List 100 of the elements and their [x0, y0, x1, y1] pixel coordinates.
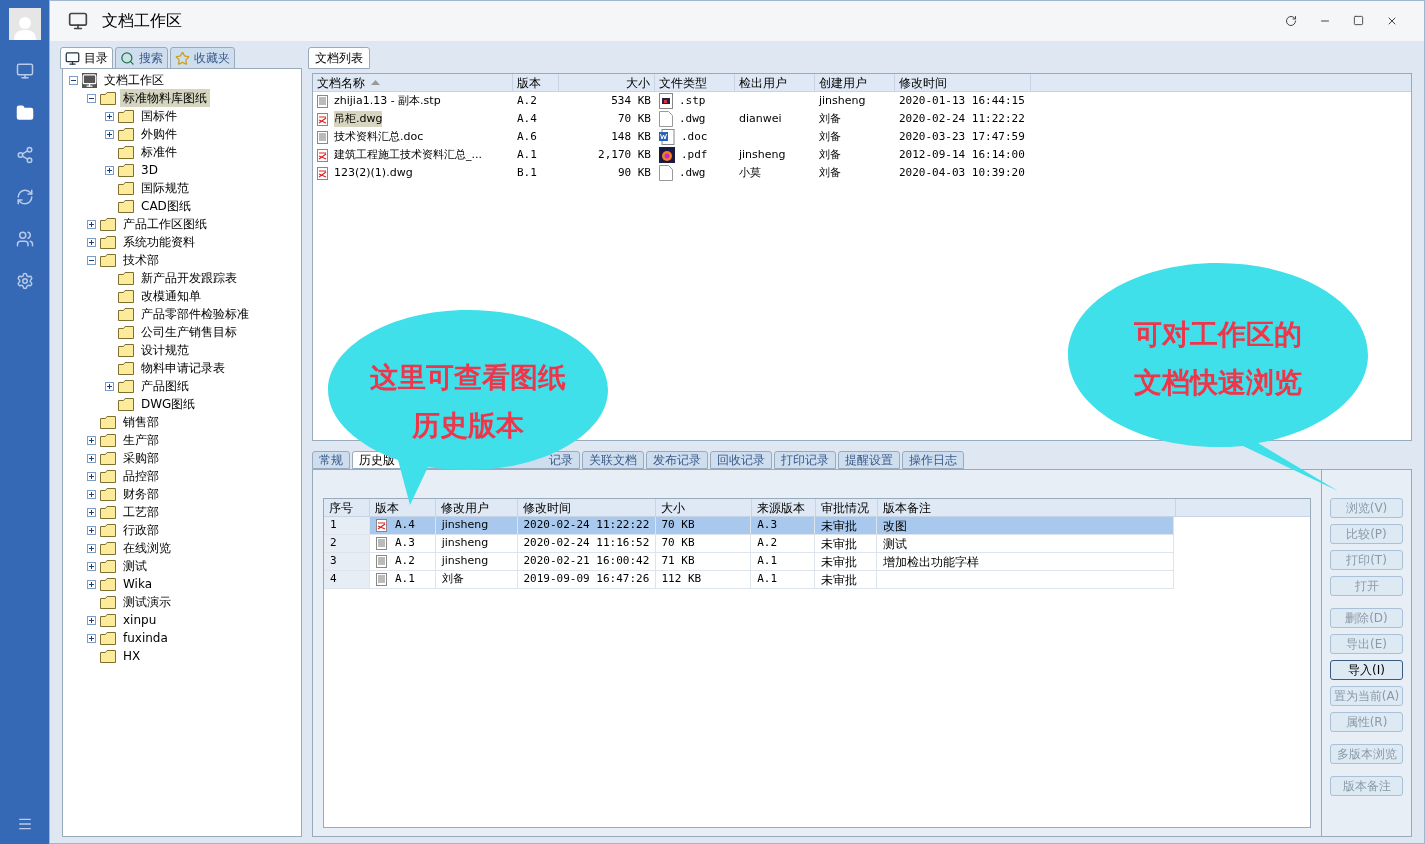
history-row[interactable]: 2 A.3 jinsheng 2020-02-24 11:16:52 70 KB A.2 未审批 测试: [324, 535, 1174, 553]
tree-item[interactable]: 生产部: [120, 431, 162, 449]
detail-tab[interactable]: 关联文档: [582, 451, 644, 469]
panel-tab[interactable]: 目录: [60, 47, 113, 69]
tree-item[interactable]: 外购件: [138, 125, 180, 143]
history-row[interactable]: 3 A.2 jinsheng 2020-02-21 16:00:42 71 KB A.1 未审批 增加检出功能字样: [324, 553, 1174, 571]
expand-icon[interactable]: [87, 453, 96, 463]
column-header[interactable]: 修改时间: [895, 74, 1031, 91]
expand-icon[interactable]: [105, 129, 114, 139]
monitor-icon[interactable]: [15, 62, 34, 80]
tree-item[interactable]: fuxinda: [120, 629, 171, 647]
sync-icon[interactable]: [15, 188, 34, 206]
expand-icon[interactable]: [87, 489, 96, 499]
avatar[interactable]: [8, 8, 41, 40]
tree-item[interactable]: 设计规范: [138, 341, 192, 359]
collapse-icon[interactable]: [87, 255, 96, 265]
tree-item[interactable]: 品控部: [120, 467, 162, 485]
expand-icon[interactable]: [87, 543, 96, 553]
expand-icon[interactable]: [87, 237, 96, 247]
column-header[interactable]: 来源版本: [752, 499, 816, 516]
tree-item[interactable]: 物料申请记录表: [138, 359, 228, 377]
tree-item[interactable]: 标准物料库图纸: [120, 89, 210, 107]
column-header[interactable]: 文档名称: [313, 74, 513, 91]
tree-item[interactable]: 标准件: [138, 143, 180, 161]
detail-tab[interactable]: 打印记录: [774, 451, 836, 469]
tree-item[interactable]: 测试: [120, 557, 150, 575]
expand-icon[interactable]: [87, 471, 96, 481]
column-header[interactable]: 序号: [324, 499, 370, 516]
tree-item[interactable]: 国标件: [138, 107, 180, 125]
tree-item[interactable]: 国际规范: [138, 179, 192, 197]
history-row[interactable]: 1 A.4 jinsheng 2020-02-24 11:22:22 70 KB A.3 未审批 改图: [324, 517, 1174, 535]
column-header[interactable]: 审批情况: [816, 499, 878, 516]
expand-icon[interactable]: [87, 579, 96, 589]
detail-tab[interactable]: 操作日志: [902, 451, 964, 469]
tree-item[interactable]: 在线浏览: [120, 539, 174, 557]
history-row[interactable]: 4 A.1 刘备 2019-09-09 16:47:26 112 KB A.1 未审批: [324, 571, 1174, 589]
drawing-file-icon: [317, 166, 328, 180]
tree-item[interactable]: 系统功能资料: [120, 233, 198, 251]
expand-icon[interactable]: [105, 381, 114, 391]
tree-item[interactable]: 采购部: [120, 449, 162, 467]
column-header[interactable]: 创建用户: [815, 74, 895, 91]
users-icon[interactable]: [15, 230, 34, 248]
detail-tab[interactable]: 回收记录: [710, 451, 772, 469]
tree-item[interactable]: 财务部: [120, 485, 162, 503]
tree-item[interactable]: 销售部: [120, 413, 162, 431]
detail-tab[interactable]: 提醒设置: [838, 451, 900, 469]
tree-item[interactable]: HX: [120, 647, 144, 665]
tree-item[interactable]: CAD图纸: [138, 197, 194, 215]
expand-icon[interactable]: [87, 219, 96, 229]
column-header[interactable]: 检出用户: [735, 74, 815, 91]
tree-item[interactable]: 文档工作区: [101, 71, 167, 89]
panel-tab[interactable]: 收藏夹: [170, 47, 235, 69]
tree-item[interactable]: 新产品开发跟踪表: [138, 269, 240, 287]
expand-icon[interactable]: [87, 507, 96, 517]
tree-item[interactable]: 产品图纸: [138, 377, 192, 395]
tree-item[interactable]: 公司生产销售目标: [138, 323, 240, 341]
tree-item[interactable]: 测试演示: [120, 593, 174, 611]
column-header[interactable]: 修改用户: [436, 499, 518, 516]
expand-icon[interactable]: [87, 633, 96, 643]
expand-icon[interactable]: [105, 165, 114, 175]
tree-item[interactable]: 改模通知单: [138, 287, 204, 305]
expand-icon[interactable]: [87, 435, 96, 445]
expand-icon[interactable]: [87, 561, 96, 571]
folder-icon[interactable]: [15, 104, 34, 122]
tree-item[interactable]: 产品零部件检验标准: [138, 305, 252, 323]
file-name[interactable]: 123(2)(1).dwg: [334, 164, 413, 182]
tree-item[interactable]: 工艺部: [120, 503, 162, 521]
refresh-icon[interactable]: [1285, 15, 1297, 27]
tree-item[interactable]: Wika: [120, 575, 156, 593]
panel-tab[interactable]: 文档列表: [308, 47, 370, 69]
tree-item[interactable]: 技术部: [120, 251, 162, 269]
collapse-icon[interactable]: [87, 93, 96, 103]
column-header[interactable]: 大小: [559, 74, 655, 91]
collapse-icon[interactable]: [69, 75, 78, 85]
tree-item[interactable]: 3D: [138, 161, 161, 179]
tree-item[interactable]: 行政部: [120, 521, 162, 539]
expand-icon[interactable]: [87, 525, 96, 535]
file-name[interactable]: zhijia1.13 - 副本.stp: [334, 92, 441, 110]
close-icon[interactable]: [1386, 15, 1398, 27]
column-header[interactable]: 文件类型: [655, 74, 735, 91]
column-header[interactable]: 修改时间: [518, 499, 656, 516]
file-name[interactable]: 建筑工程施工技术资料汇总_...: [334, 146, 482, 164]
detail-tab[interactable]: 发布记录: [646, 451, 708, 469]
column-header[interactable]: 大小: [656, 499, 752, 516]
expand-icon[interactable]: [105, 111, 114, 121]
tree-item[interactable]: DWG图纸: [138, 395, 199, 413]
expand-icon[interactable]: [87, 615, 96, 625]
action-button[interactable]: 导入(I): [1330, 660, 1403, 680]
menu-icon[interactable]: [16, 816, 33, 832]
maximize-icon[interactable]: [1353, 15, 1364, 26]
column-header[interactable]: 版本备注: [878, 499, 1176, 516]
file-name[interactable]: 吊柜.dwg: [334, 110, 383, 128]
detail-tab[interactable]: 常规: [312, 451, 350, 469]
tree-item[interactable]: xinpu: [120, 611, 160, 629]
column-header[interactable]: 版本: [513, 74, 559, 91]
network-icon[interactable]: [15, 146, 34, 164]
file-name[interactable]: 技术资料汇总.doc: [334, 128, 424, 146]
settings-icon[interactable]: [15, 272, 34, 290]
panel-tab[interactable]: 搜索: [115, 47, 168, 69]
tree-item[interactable]: 产品工作区图纸: [120, 215, 210, 233]
